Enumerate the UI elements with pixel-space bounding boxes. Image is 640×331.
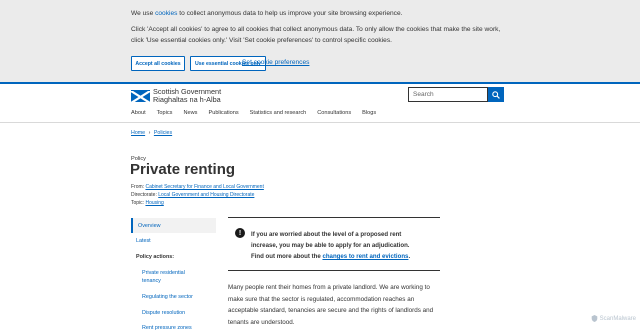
- main-navigation: About Topics News Publications Statistic…: [131, 110, 387, 116]
- intro-line3: acceptable standard, tenancies are secur…: [228, 307, 434, 314]
- rent-evictions-link[interactable]: changes to rent and evictions: [322, 253, 408, 260]
- sidebar-item-private-residential-tenancy[interactable]: tenancy: [131, 278, 216, 284]
- meta-topic-label: Topic:: [131, 200, 146, 206]
- alert-bottom-rule: [228, 270, 440, 271]
- watermark-text: ScanMalware: [599, 315, 636, 322]
- header-top-border: [0, 82, 640, 84]
- meta-from-link[interactable]: Cabinet Secretary for Finance and Local …: [145, 184, 263, 190]
- search-icon: [492, 90, 500, 99]
- saltire-flag-icon: [131, 89, 150, 102]
- cookie-text-line1: We use cookies to collect anonymous data…: [131, 9, 402, 18]
- alert-message: If you are worried about the level of a …: [251, 229, 431, 262]
- alert-top-rule: [228, 217, 440, 218]
- alert-line3-post: .: [408, 253, 411, 260]
- nav-about[interactable]: About: [131, 110, 146, 116]
- meta-topic: Topic: Housing: [131, 200, 164, 206]
- search-input[interactable]: Search: [408, 87, 488, 102]
- meta-directorate-label: Directorate:: [131, 192, 159, 198]
- cookie-text-line3: click 'Use essential cookies only.' Visi…: [131, 37, 392, 44]
- meta-directorate-link[interactable]: Local Government and Housing Directorate: [158, 192, 254, 198]
- nav-blogs[interactable]: Blogs: [362, 110, 376, 116]
- sidebar-item-regulating[interactable]: Regulating the sector: [131, 294, 216, 300]
- breadcrumb: Home › Policies: [131, 130, 172, 136]
- alert-line3: Find out more about the changes to rent …: [251, 251, 431, 262]
- sidebar-item-latest[interactable]: Latest: [131, 238, 216, 244]
- alert-line3-pre: Find out more about the: [251, 253, 323, 260]
- cookie-banner: We use cookies to collect anonymous data…: [0, 0, 640, 82]
- intro-paragraph: Many people rent their homes from a priv…: [228, 282, 442, 328]
- site-logo[interactable]: Scottish Government Riaghaltas na h-Alba: [131, 88, 221, 103]
- breadcrumb-separator: ›: [148, 130, 151, 136]
- nav-news[interactable]: News: [183, 110, 197, 116]
- intro-line4: tenants are understood.: [228, 318, 295, 326]
- sidebar-item-overview[interactable]: Overview: [131, 218, 216, 233]
- alert-line2: increase, you may be able to apply for a…: [251, 242, 410, 249]
- nav-topics[interactable]: Topics: [157, 110, 173, 116]
- nav-consultations[interactable]: Consultations: [317, 110, 351, 116]
- shield-icon: [591, 315, 597, 322]
- breadcrumb-home[interactable]: Home: [131, 130, 145, 136]
- meta-from-label: From:: [131, 184, 146, 190]
- sidebar-item-rent-pressure-zones[interactable]: Rent pressure zones: [131, 325, 216, 331]
- intro-line2: make sure that the sector is regulated, …: [228, 295, 415, 303]
- nav-publications[interactable]: Publications: [208, 110, 238, 116]
- exclamation-icon: !: [235, 228, 245, 238]
- logo-line-gaelic: Riaghaltas na h-Alba: [153, 94, 221, 104]
- breadcrumb-policies[interactable]: Policies: [154, 130, 172, 136]
- meta-from: From: Cabinet Secretary for Finance and …: [131, 184, 264, 190]
- watermark: ScanMalware: [591, 315, 636, 322]
- alert-line1: If you are worried about the level of a …: [251, 231, 402, 238]
- nav-divider: [0, 122, 640, 123]
- cookies-link[interactable]: cookies: [155, 10, 177, 17]
- accept-all-cookies-button[interactable]: Accept all cookies: [131, 56, 185, 71]
- sidebar-actions-heading: Policy actions:: [136, 254, 175, 260]
- cookie-text-pre: We use: [131, 10, 156, 17]
- search-button[interactable]: [488, 87, 504, 102]
- sidebar-item-private-residential[interactable]: Private residential: [131, 270, 216, 276]
- cookie-text-line2: Click 'Accept all cookies' to agree to a…: [131, 26, 501, 33]
- intro-line1: Many people rent their homes from a priv…: [228, 284, 430, 291]
- page-title: Private renting: [130, 161, 236, 178]
- sidebar-item-dispute-resolution[interactable]: Dispute resolution: [131, 310, 216, 316]
- cookie-text-post: to collect anonymous data to help us imp…: [177, 10, 403, 17]
- meta-directorate: Directorate: Local Government and Housin…: [131, 192, 254, 198]
- set-cookie-preferences-link[interactable]: Set cookie preferences: [242, 59, 309, 66]
- meta-topic-link[interactable]: Housing: [145, 200, 163, 206]
- nav-statistics[interactable]: Statistics and research: [250, 110, 307, 116]
